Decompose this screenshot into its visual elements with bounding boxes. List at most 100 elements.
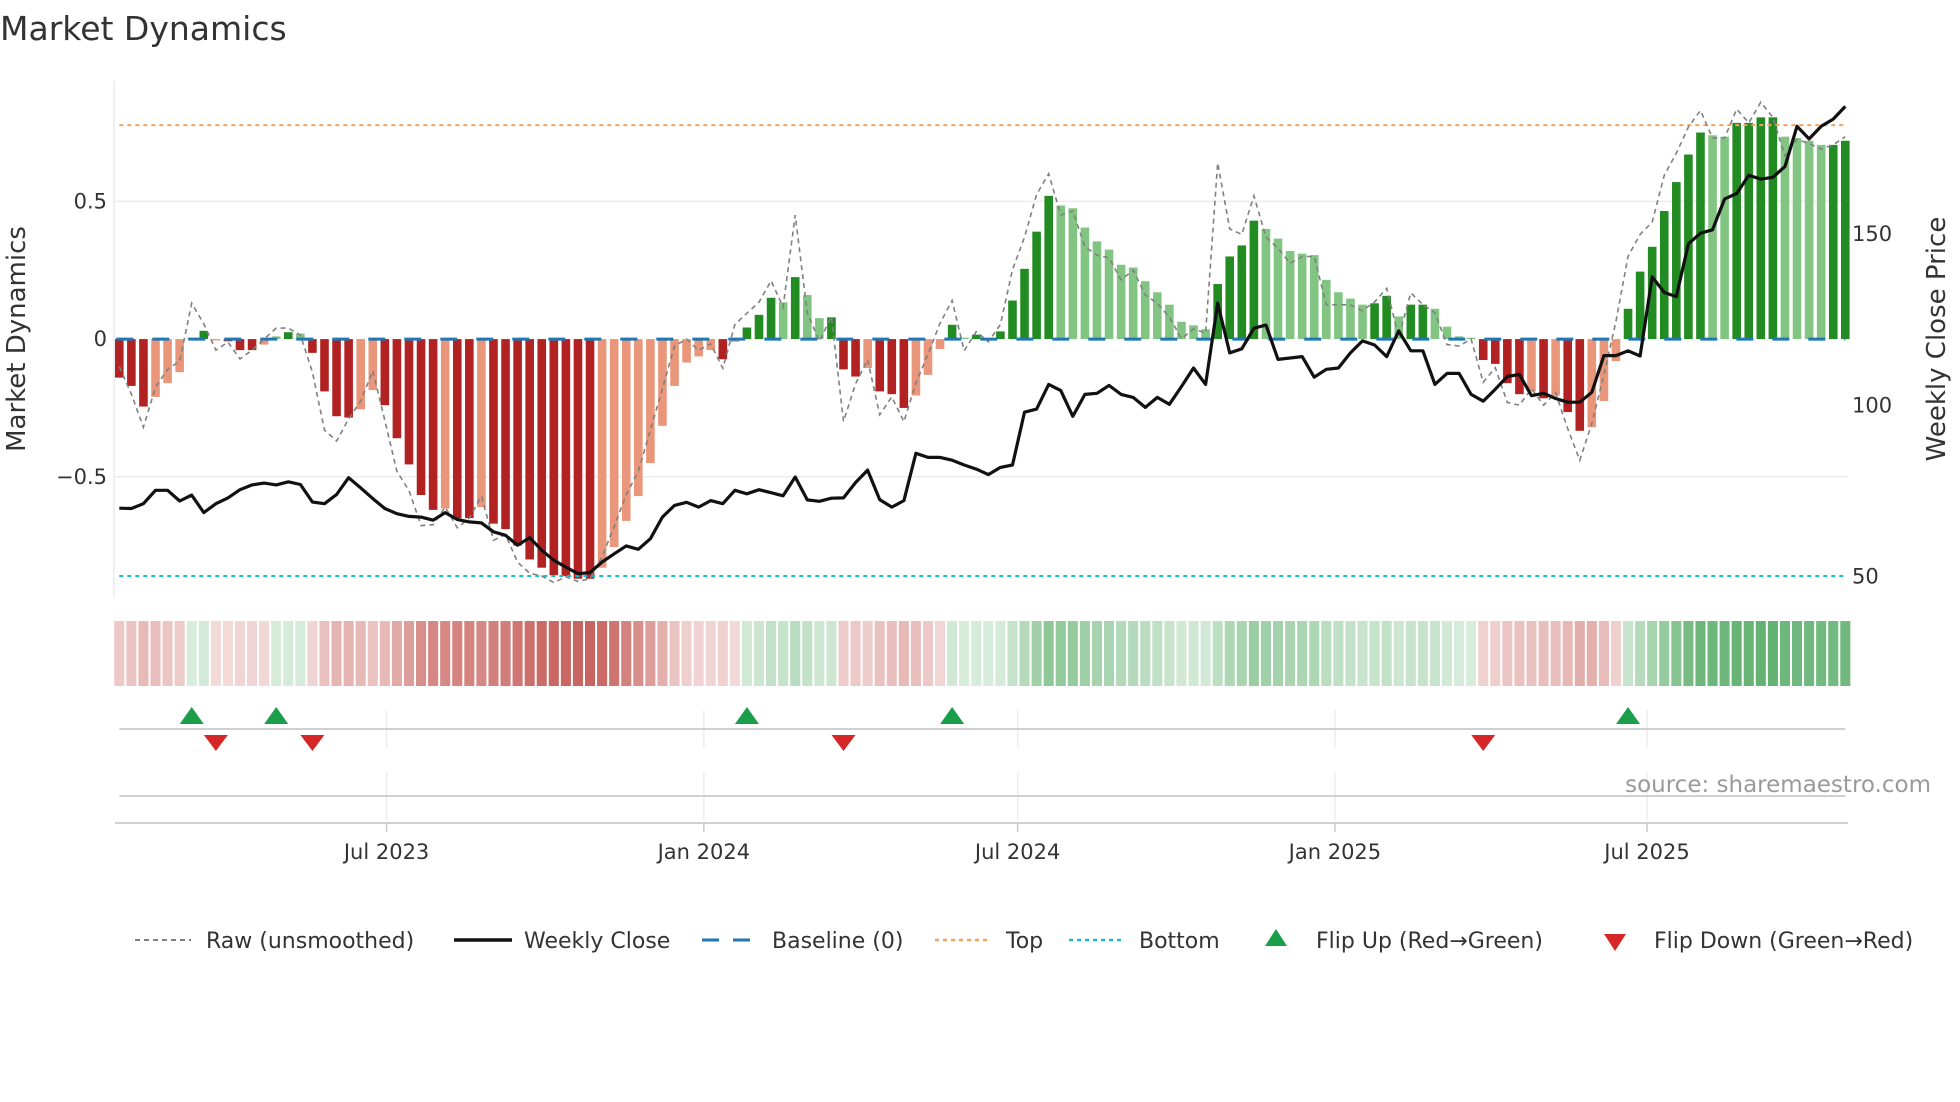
heat-strip-cell	[186, 621, 197, 686]
y-tick-label-right: 100	[1852, 393, 1892, 417]
momentum-bar	[211, 339, 221, 341]
heat-strip-cell	[922, 621, 934, 686]
x-tick-label: Jan 2025	[1287, 840, 1382, 864]
heat-strip-cell	[729, 621, 740, 686]
heat-strip-cell	[1140, 621, 1151, 686]
momentum-bar	[742, 327, 752, 340]
heat-strip-cell	[1514, 621, 1525, 686]
heat-strip-cell	[488, 621, 499, 686]
momentum-bar	[923, 339, 933, 375]
heat-strip-cell	[1333, 621, 1344, 686]
heat-strip-cell	[1743, 621, 1754, 686]
momentum-bar	[1816, 144, 1826, 340]
momentum-bar	[1237, 245, 1247, 340]
heat-strip-cell	[1381, 621, 1392, 686]
flip-up-marker	[1616, 707, 1641, 724]
momentum-bar	[1382, 295, 1391, 340]
heat-strip-cell	[1574, 621, 1585, 686]
heat-strip-cell	[1079, 621, 1090, 686]
heat-strip-cell	[1731, 621, 1742, 686]
heat-strip-cell	[1550, 621, 1561, 686]
legend-item-flip-up: Flip Up (Red→Green)	[1265, 929, 1543, 954]
heat-strip-cell	[259, 621, 270, 686]
y-tick-label-left: 0.5	[74, 189, 107, 213]
momentum-bar	[790, 277, 800, 340]
heat-strip-cell	[886, 621, 897, 686]
heat-strip-cell	[838, 621, 849, 686]
momentum-bar	[1128, 267, 1138, 340]
momentum-bar	[1297, 253, 1307, 340]
momentum-bar	[452, 339, 462, 519]
heat-strip-cell	[1816, 621, 1827, 686]
momentum-bar	[839, 339, 848, 370]
momentum-bar	[585, 339, 595, 579]
heat-strip-cell	[1067, 621, 1078, 686]
momentum-bar	[513, 339, 522, 546]
momentum-bar	[1768, 117, 1778, 340]
momentum-bar	[283, 332, 293, 340]
momentum-bar	[1611, 339, 1621, 362]
heat-strip-cell	[826, 621, 837, 686]
heat-strip-cell	[1104, 621, 1115, 686]
momentum-bar	[344, 339, 353, 418]
heat-strip-cell	[283, 621, 294, 686]
heat-strip-cell	[512, 621, 523, 686]
momentum-bar	[899, 339, 909, 408]
heat-strip-cell	[1152, 621, 1163, 686]
heat-strip-cell	[766, 621, 777, 686]
heat-strip-cell	[331, 621, 342, 686]
flip-down-triangle-icon	[1604, 934, 1626, 951]
heat-strip-cell	[1695, 621, 1706, 686]
heat-strip-cell	[1755, 621, 1766, 686]
y-tick-label-right: 150	[1852, 222, 1892, 246]
heat-strip-cell	[717, 621, 728, 686]
momentum-bar	[163, 339, 172, 384]
heat-strip-cell	[947, 621, 958, 686]
momentum-bar	[332, 339, 341, 417]
flip-up-marker	[264, 707, 289, 724]
raw-unsmoothed-line	[118, 100, 1846, 584]
y-tick-label-left: 0	[94, 327, 107, 351]
heat-strip-cell	[416, 621, 427, 686]
heat-strip-cell	[1309, 621, 1320, 686]
x-tick-label: Jul 2024	[973, 840, 1060, 864]
heat-strip-cell	[1623, 621, 1634, 686]
heat-strip-cell	[1562, 621, 1573, 686]
momentum-bar	[477, 339, 486, 508]
momentum-bar	[1116, 264, 1126, 340]
heat-strip-cell	[621, 621, 632, 686]
heat-strip-cell	[705, 621, 716, 686]
momentum-bar	[875, 339, 885, 392]
momentum-bar	[863, 339, 872, 369]
legend-item-flip-down: Flip Down (Green→Red)	[1604, 929, 1913, 954]
heat-strip-cell	[1441, 621, 1453, 686]
momentum-bar	[1020, 268, 1029, 340]
momentum-bar	[1804, 140, 1814, 340]
axis-ticks: 0.5 0 −0.5 150 100 50 Jul 2023 Jan 2024 Jul 2024…	[56, 189, 1892, 864]
x-tick-label: Jul 2023	[342, 840, 429, 864]
heat-strip-cell	[1466, 621, 1477, 686]
heat-strip-cell	[1598, 621, 1609, 686]
y-axis-label-left: Market Dynamics	[2, 226, 32, 452]
momentum-bar	[1406, 304, 1416, 340]
heat-strip-cell	[548, 621, 559, 686]
flip-up-marker	[940, 707, 965, 724]
heat-strip-cell	[1647, 621, 1658, 686]
legend: Raw (unsmoothed) Weekly Close Baseline (…	[135, 929, 1913, 954]
y-tick-label-left: −0.5	[56, 465, 107, 489]
heat-strip-cell	[1586, 621, 1597, 686]
momentum-bar	[1334, 292, 1343, 340]
momentum-bar	[573, 339, 583, 579]
heat-strip-cell	[162, 621, 173, 686]
momentum-bar	[1792, 138, 1802, 340]
heat-strip-cell	[669, 621, 680, 686]
momentum-bar	[1539, 339, 1548, 399]
heat-strip-cell	[1272, 621, 1284, 686]
momentum-bar	[561, 339, 571, 576]
x-tick-label: Jan 2024	[656, 840, 751, 864]
heat-strip-cell	[1791, 621, 1803, 686]
heat-strip-cell	[319, 621, 330, 686]
momentum-bar	[416, 339, 426, 495]
heat-strip-cell	[778, 621, 789, 686]
heat-strip-cell	[1659, 621, 1670, 686]
